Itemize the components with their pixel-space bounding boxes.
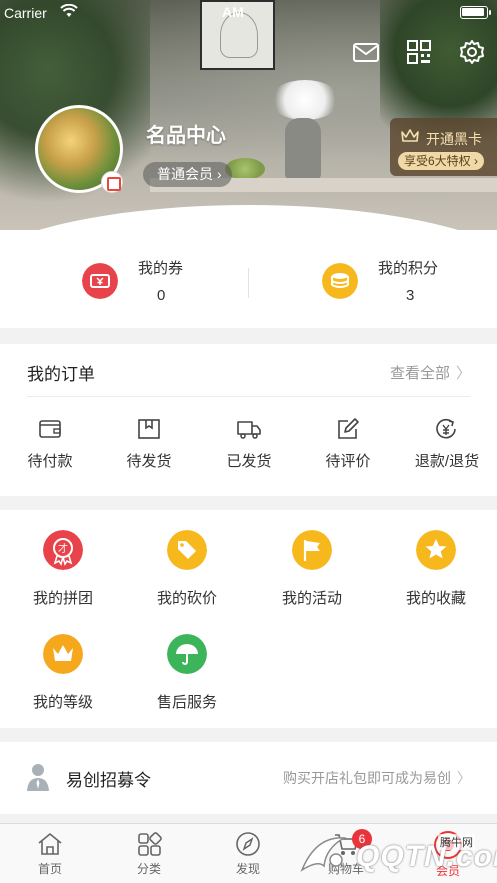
orders-card: 我的订单 查看全部〉 待付款 待发货 已发货 待评价 退款/退货	[0, 344, 497, 496]
wallet-icon	[39, 420, 61, 438]
watermark-site-label: 腾牛网	[438, 834, 475, 850]
orders-title: 我的订单	[27, 365, 95, 384]
edit-icon	[338, 418, 359, 439]
order-refund[interactable]: 退款/退货	[402, 418, 492, 471]
order-shipped[interactable]: 已发货	[204, 418, 294, 471]
carrier-label: Carrier	[4, 5, 47, 21]
category-icon	[138, 832, 162, 856]
service-label: 我的活动	[281, 590, 342, 607]
status-time: AM	[222, 4, 244, 20]
member-level-label: 普通会员	[157, 166, 213, 182]
tab-label: 首页	[37, 862, 62, 876]
order-label: 待发货	[126, 453, 172, 470]
ticket-icon	[82, 263, 118, 299]
member-level-badge[interactable]: 普通会员 ›	[143, 162, 232, 187]
recruit-description: 购买开店礼包即可成为易创〉	[283, 770, 471, 786]
group-buy-icon: 才	[43, 530, 83, 570]
recruit-row[interactable]: 易创招募令 购买开店礼包即可成为易创〉	[0, 742, 497, 814]
recruit-title: 易创招募令	[66, 771, 151, 790]
message-icon[interactable]	[352, 38, 380, 66]
tab-label: 分类	[136, 862, 161, 876]
service-label: 我的等级	[32, 694, 93, 711]
service-activities[interactable]: 我的活动	[257, 530, 367, 608]
points-value: 3	[406, 287, 415, 304]
header-vase	[285, 118, 321, 180]
wifi-icon	[60, 4, 78, 17]
points-label: 我的积分	[378, 260, 439, 277]
vip-card-button[interactable]: 开通黑卡 享受6大特权 ›	[390, 118, 497, 176]
chevron-right-icon: 〉	[455, 365, 471, 382]
assets-card: 我的券 0 我的积分 3	[0, 230, 497, 328]
avatar-edit-icon[interactable]	[101, 171, 123, 193]
order-label: 退款/退货	[414, 453, 480, 470]
stat-divider	[248, 268, 249, 298]
vip-title: 开通黑卡	[426, 131, 482, 147]
header-flowers	[270, 80, 340, 120]
compass-icon	[236, 832, 260, 856]
star-icon	[416, 530, 456, 570]
order-label: 待评价	[325, 453, 371, 470]
watermark-logo-icon	[300, 837, 347, 872]
truck-icon	[237, 421, 261, 439]
view-all-orders-link[interactable]: 查看全部〉	[390, 362, 471, 383]
order-label: 待付款	[27, 453, 73, 470]
divider	[27, 396, 470, 397]
service-level[interactable]: 我的等级	[8, 634, 118, 712]
service-favorites[interactable]: 我的收藏	[381, 530, 491, 608]
services-card: 才 我的拼团 我的砍价 我的活动 我的收藏 我的等级 售后服务	[0, 510, 497, 728]
tab-category[interactable]: 分类	[109, 831, 189, 877]
watermark-text: QQTN.com	[356, 840, 497, 873]
refund-icon	[436, 418, 456, 439]
chevron-right-icon: ›	[217, 166, 222, 182]
settings-icon[interactable]	[458, 38, 486, 66]
qrcode-icon[interactable]	[405, 38, 433, 66]
service-label: 我的收藏	[405, 590, 466, 607]
tab-discover[interactable]: 发现	[208, 831, 288, 877]
service-bargain[interactable]: 我的砍价	[132, 530, 242, 608]
price-tag-icon	[167, 530, 207, 570]
order-pending-payment[interactable]: 待付款	[5, 418, 95, 471]
order-pending-shipment[interactable]: 待发货	[104, 418, 194, 471]
person-icon	[27, 764, 49, 791]
coins-icon	[322, 263, 358, 299]
coupon-value: 0	[157, 287, 166, 304]
flag-icon	[292, 530, 332, 570]
vip-subtitle: 享受6大特权 ›	[398, 152, 485, 170]
service-label: 我的砍价	[156, 590, 217, 607]
home-icon	[38, 832, 62, 855]
service-after-sales[interactable]: 售后服务	[132, 634, 242, 712]
service-label: 我的拼团	[32, 590, 93, 607]
shop-name: 名品中心	[146, 125, 226, 147]
order-pending-review[interactable]: 待评价	[303, 418, 393, 471]
service-group-buy[interactable]: 才 我的拼团	[8, 530, 118, 608]
crown-icon	[43, 634, 83, 674]
order-label: 已发货	[226, 453, 272, 470]
tab-label: 发现	[235, 862, 260, 876]
service-label: 售后服务	[156, 694, 217, 711]
chevron-right-icon: 〉	[457, 770, 471, 786]
svg-text:才: 才	[58, 542, 68, 555]
battery-icon	[460, 6, 491, 19]
crown-icon	[401, 129, 419, 142]
box-icon	[138, 419, 160, 439]
umbrella-icon	[167, 634, 207, 674]
coupon-label: 我的券	[138, 260, 184, 277]
tab-home[interactable]: 首页	[10, 831, 90, 877]
status-bar: Carrier AM	[0, 0, 497, 26]
